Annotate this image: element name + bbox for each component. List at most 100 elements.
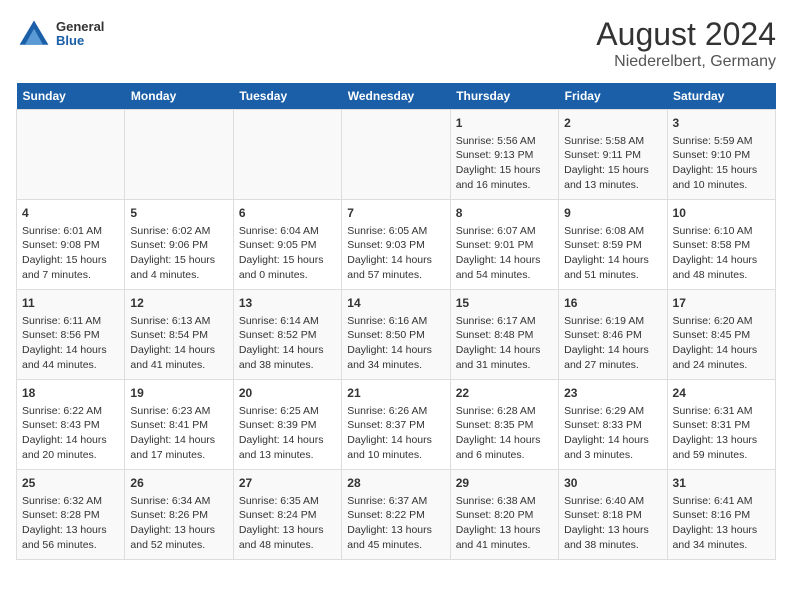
- day-number: 8: [456, 205, 553, 222]
- cell-w5-d5: 29 Sunrise: 6:38 AM Sunset: 8:20 PM Dayli…: [450, 470, 558, 560]
- header-thursday: Thursday: [450, 83, 558, 110]
- cell-w3-d3: 13 Sunrise: 6:14 AM Sunset: 8:52 PM Dayli…: [233, 290, 341, 380]
- day-info: Sunrise: 6:02 AM Sunset: 9:06 PM Dayligh…: [130, 224, 227, 283]
- title-block: August 2024 Niederelbert, Germany: [596, 16, 776, 71]
- day-info: Sunrise: 5:59 AM Sunset: 9:10 PM Dayligh…: [673, 134, 770, 193]
- day-number: 30: [564, 475, 661, 492]
- day-info: Sunrise: 6:38 AM Sunset: 8:20 PM Dayligh…: [456, 494, 553, 553]
- day-info: Sunrise: 6:25 AM Sunset: 8:39 PM Dayligh…: [239, 404, 336, 463]
- day-number: 15: [456, 295, 553, 312]
- day-info: Sunrise: 6:01 AM Sunset: 9:08 PM Dayligh…: [22, 224, 119, 283]
- day-info: Sunrise: 6:40 AM Sunset: 8:18 PM Dayligh…: [564, 494, 661, 553]
- day-info: Sunrise: 6:14 AM Sunset: 8:52 PM Dayligh…: [239, 314, 336, 373]
- cell-w1-d7: 3 Sunrise: 5:59 AM Sunset: 9:10 PM Daylig…: [667, 110, 775, 200]
- calendar-body: 1 Sunrise: 5:56 AM Sunset: 9:13 PM Daylig…: [17, 110, 776, 560]
- day-info: Sunrise: 6:04 AM Sunset: 9:05 PM Dayligh…: [239, 224, 336, 283]
- cell-w1-d5: 1 Sunrise: 5:56 AM Sunset: 9:13 PM Daylig…: [450, 110, 558, 200]
- day-info: Sunrise: 6:26 AM Sunset: 8:37 PM Dayligh…: [347, 404, 444, 463]
- day-number: 22: [456, 385, 553, 402]
- cell-w3-d1: 11 Sunrise: 6:11 AM Sunset: 8:56 PM Dayli…: [17, 290, 125, 380]
- cell-w5-d6: 30 Sunrise: 6:40 AM Sunset: 8:18 PM Dayli…: [559, 470, 667, 560]
- day-info: Sunrise: 6:32 AM Sunset: 8:28 PM Dayligh…: [22, 494, 119, 553]
- week-row-1: 1 Sunrise: 5:56 AM Sunset: 9:13 PM Daylig…: [17, 110, 776, 200]
- day-number: 9: [564, 205, 661, 222]
- page-header: General Blue August 2024 Niederelbert, G…: [16, 16, 776, 71]
- day-info: Sunrise: 6:23 AM Sunset: 8:41 PM Dayligh…: [130, 404, 227, 463]
- day-number: 27: [239, 475, 336, 492]
- day-info: Sunrise: 6:35 AM Sunset: 8:24 PM Dayligh…: [239, 494, 336, 553]
- week-row-3: 11 Sunrise: 6:11 AM Sunset: 8:56 PM Dayli…: [17, 290, 776, 380]
- day-number: 16: [564, 295, 661, 312]
- logo-general-text: General: [56, 20, 104, 34]
- calendar-table: SundayMondayTuesdayWednesdayThursdayFrid…: [16, 83, 776, 560]
- header-row: SundayMondayTuesdayWednesdayThursdayFrid…: [17, 83, 776, 110]
- cell-w4-d4: 21Sunrise: 6:26 AM Sunset: 8:37 PM Dayli…: [342, 380, 450, 470]
- day-number: 17: [673, 295, 770, 312]
- cell-w3-d4: 14Sunrise: 6:16 AM Sunset: 8:50 PM Dayli…: [342, 290, 450, 380]
- day-number: 1: [456, 115, 553, 132]
- cell-w3-d2: 12Sunrise: 6:13 AM Sunset: 8:54 PM Dayli…: [125, 290, 233, 380]
- day-number: 28: [347, 475, 444, 492]
- logo-text: General Blue: [56, 20, 104, 49]
- cell-w2-d5: 8 Sunrise: 6:07 AM Sunset: 9:01 PM Daylig…: [450, 200, 558, 290]
- day-info: Sunrise: 6:28 AM Sunset: 8:35 PM Dayligh…: [456, 404, 553, 463]
- day-info: Sunrise: 6:11 AM Sunset: 8:56 PM Dayligh…: [22, 314, 119, 373]
- day-number: 10: [673, 205, 770, 222]
- day-info: Sunrise: 6:17 AM Sunset: 8:48 PM Dayligh…: [456, 314, 553, 373]
- day-number: 20: [239, 385, 336, 402]
- cell-w2-d7: 10 Sunrise: 6:10 AM Sunset: 8:58 PM Dayli…: [667, 200, 775, 290]
- week-row-4: 18 Sunrise: 6:22 AM Sunset: 8:43 PM Dayli…: [17, 380, 776, 470]
- cell-w3-d5: 15 Sunrise: 6:17 AM Sunset: 8:48 PM Dayli…: [450, 290, 558, 380]
- day-info: Sunrise: 6:10 AM Sunset: 8:58 PM Dayligh…: [673, 224, 770, 283]
- cell-w1-d3: [233, 110, 341, 200]
- day-number: 24: [673, 385, 770, 402]
- week-row-5: 25Sunrise: 6:32 AM Sunset: 8:28 PM Dayli…: [17, 470, 776, 560]
- logo-icon: [16, 16, 52, 52]
- cell-w3-d7: 17 Sunrise: 6:20 AM Sunset: 8:45 PM Dayli…: [667, 290, 775, 380]
- cell-w1-d2: [125, 110, 233, 200]
- day-number: 12: [130, 295, 227, 312]
- day-info: Sunrise: 6:37 AM Sunset: 8:22 PM Dayligh…: [347, 494, 444, 553]
- cell-w1-d1: [17, 110, 125, 200]
- day-info: Sunrise: 6:19 AM Sunset: 8:46 PM Dayligh…: [564, 314, 661, 373]
- day-number: 18: [22, 385, 119, 402]
- cell-w5-d4: 28 Sunrise: 6:37 AM Sunset: 8:22 PM Dayli…: [342, 470, 450, 560]
- week-row-2: 4 Sunrise: 6:01 AM Sunset: 9:08 PM Daylig…: [17, 200, 776, 290]
- day-info: Sunrise: 6:05 AM Sunset: 9:03 PM Dayligh…: [347, 224, 444, 283]
- day-number: 3: [673, 115, 770, 132]
- cell-w5-d1: 25Sunrise: 6:32 AM Sunset: 8:28 PM Dayli…: [17, 470, 125, 560]
- calendar-subtitle: Niederelbert, Germany: [596, 53, 776, 71]
- cell-w4-d7: 24Sunrise: 6:31 AM Sunset: 8:31 PM Dayli…: [667, 380, 775, 470]
- day-number: 14: [347, 295, 444, 312]
- day-number: 13: [239, 295, 336, 312]
- logo-blue-text: Blue: [56, 34, 104, 48]
- day-info: Sunrise: 6:20 AM Sunset: 8:45 PM Dayligh…: [673, 314, 770, 373]
- day-info: Sunrise: 5:56 AM Sunset: 9:13 PM Dayligh…: [456, 134, 553, 193]
- day-number: 19: [130, 385, 227, 402]
- day-number: 23: [564, 385, 661, 402]
- day-info: Sunrise: 6:29 AM Sunset: 8:33 PM Dayligh…: [564, 404, 661, 463]
- day-number: 11: [22, 295, 119, 312]
- cell-w2-d6: 9 Sunrise: 6:08 AM Sunset: 8:59 PM Daylig…: [559, 200, 667, 290]
- day-number: 4: [22, 205, 119, 222]
- day-info: Sunrise: 6:41 AM Sunset: 8:16 PM Dayligh…: [673, 494, 770, 553]
- day-number: 2: [564, 115, 661, 132]
- header-sunday: Sunday: [17, 83, 125, 110]
- cell-w4-d5: 22 Sunrise: 6:28 AM Sunset: 8:35 PM Dayli…: [450, 380, 558, 470]
- day-number: 6: [239, 205, 336, 222]
- day-info: Sunrise: 6:22 AM Sunset: 8:43 PM Dayligh…: [22, 404, 119, 463]
- day-info: Sunrise: 6:07 AM Sunset: 9:01 PM Dayligh…: [456, 224, 553, 283]
- logo: General Blue: [16, 16, 104, 52]
- day-number: 29: [456, 475, 553, 492]
- cell-w2-d4: 7 Sunrise: 6:05 AM Sunset: 9:03 PM Daylig…: [342, 200, 450, 290]
- header-monday: Monday: [125, 83, 233, 110]
- header-friday: Friday: [559, 83, 667, 110]
- day-info: Sunrise: 6:34 AM Sunset: 8:26 PM Dayligh…: [130, 494, 227, 553]
- day-info: Sunrise: 6:08 AM Sunset: 8:59 PM Dayligh…: [564, 224, 661, 283]
- cell-w4-d6: 23 Sunrise: 6:29 AM Sunset: 8:33 PM Dayli…: [559, 380, 667, 470]
- day-number: 26: [130, 475, 227, 492]
- day-number: 7: [347, 205, 444, 222]
- cell-w1-d6: 2Sunrise: 5:58 AM Sunset: 9:11 PM Daylig…: [559, 110, 667, 200]
- header-tuesday: Tuesday: [233, 83, 341, 110]
- cell-w5-d7: 31Sunrise: 6:41 AM Sunset: 8:16 PM Dayli…: [667, 470, 775, 560]
